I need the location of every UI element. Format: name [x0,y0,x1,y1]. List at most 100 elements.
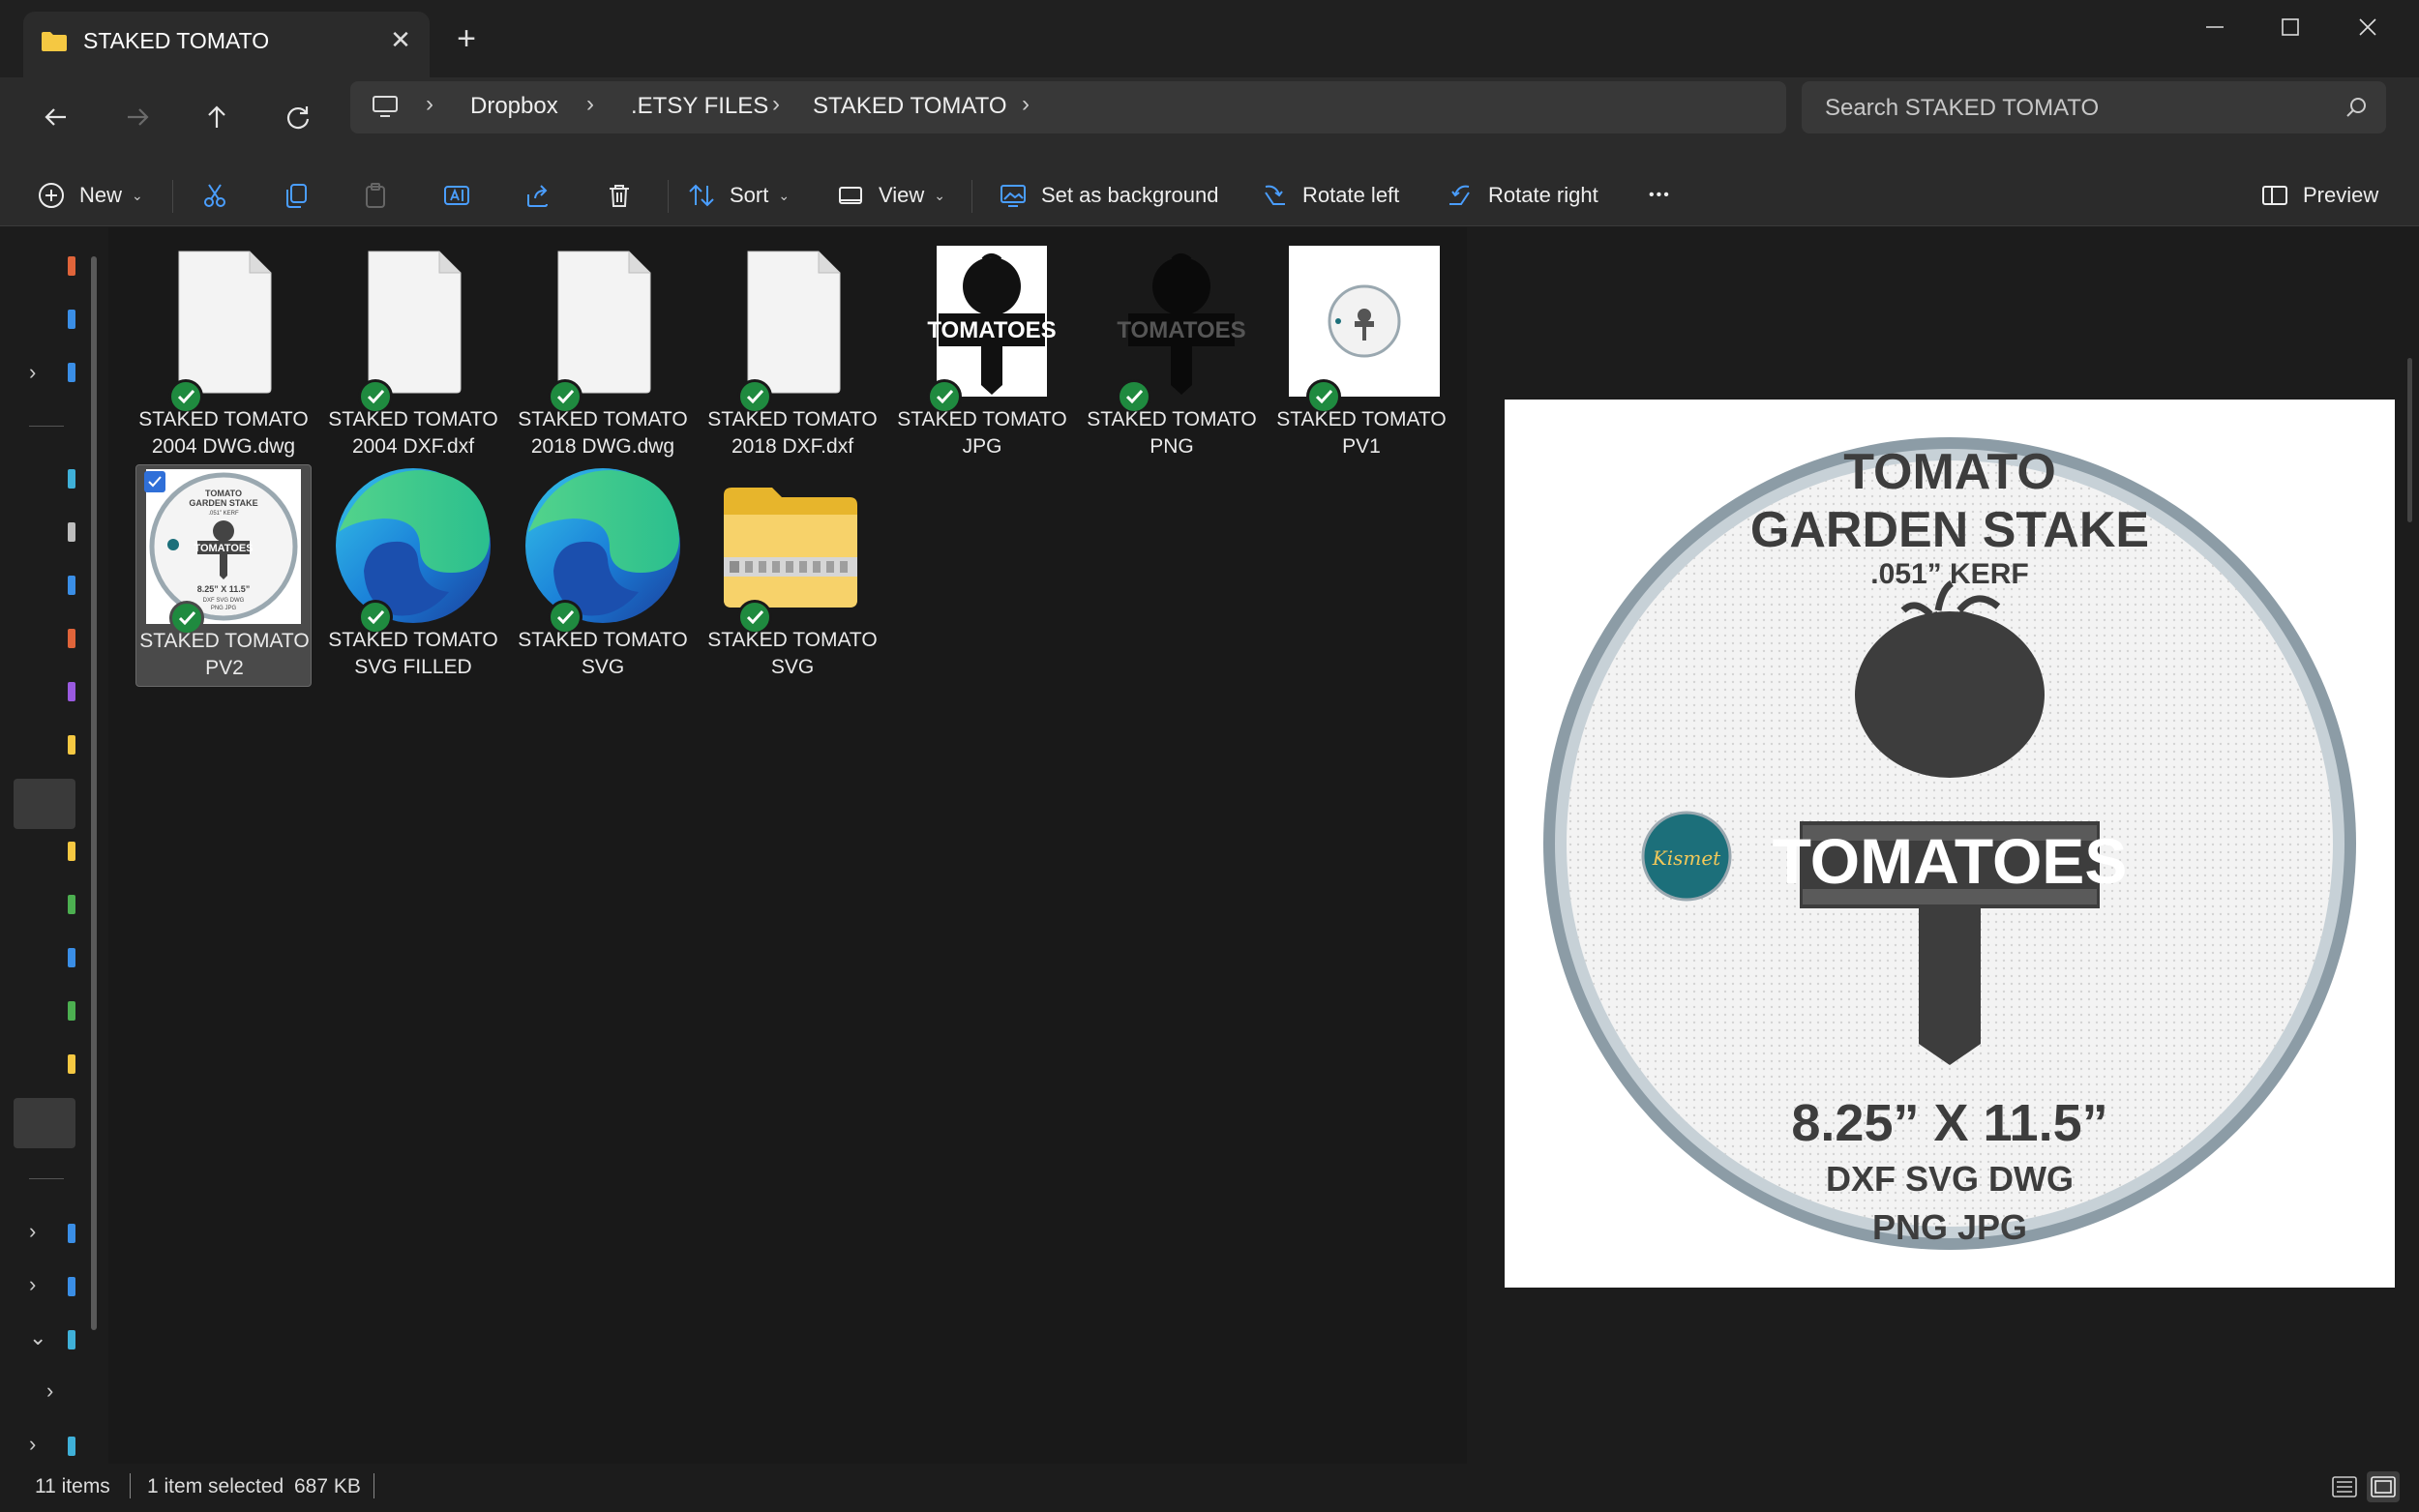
file-name: STAKED TOMATO SVG FILLED [328,629,498,678]
preview-pane-icon [2262,186,2287,205]
status-bar: 11 items 1 item selected 687 KB [0,1464,2419,1512]
divider [172,180,173,213]
videos-icon[interactable] [68,682,75,701]
tomato-stake-thumbnail: TOMATOES [927,246,1057,397]
divider [29,426,64,427]
folder-icon[interactable] [68,895,75,914]
svg-text:.051” KERF: .051” KERF [208,511,239,517]
checkmark-icon [148,476,162,488]
back-button[interactable] [35,101,77,143]
maximize-button[interactable] [2256,8,2324,50]
file-name: STAKED TOMATO JPG [897,408,1067,458]
file-item[interactable]: STAKED TOMATO PV1 [1273,244,1449,466]
set-as-background-button[interactable]: Set as background [999,176,1218,215]
svg-text:TOMATOES: TOMATOES [927,317,1056,343]
chevron-right-icon[interactable]: › [426,91,433,118]
home-icon[interactable] [68,256,75,276]
more-options-button[interactable]: ••• [1649,176,1671,215]
forward-button[interactable] [116,101,159,143]
rename-button[interactable] [437,176,476,215]
tab-title: STAKED TOMATO [83,28,270,53]
gallery-icon[interactable] [68,310,75,329]
onedrive-icon[interactable] [68,363,75,382]
divider [668,180,669,213]
document-icon [368,251,462,394]
view-button[interactable]: View ⌄ [836,176,945,215]
view-label: View [879,183,925,207]
preview-pane-button[interactable]: Preview [2260,176,2378,215]
divider [29,1178,64,1179]
up-button[interactable] [195,101,238,143]
network-icon[interactable] [68,1330,75,1349]
file-name: STAKED TOMATO SVG [707,629,878,678]
new-tab-button[interactable]: + [447,21,486,60]
chevron-right-icon[interactable]: › [1022,91,1030,118]
folder-icon[interactable] [68,735,75,755]
file-name: STAKED TOMATO 2004 DWG.dwg [138,408,309,458]
chevron-down-icon: ⌄ [778,187,791,203]
file-item[interactable]: TOMATOES STAKED TOMATO PNG [1084,244,1260,466]
cut-button[interactable] [195,176,234,215]
copy-button[interactable] [277,176,315,215]
chevron-down-icon[interactable]: ⌄ [29,1325,52,1349]
file-item[interactable]: STAKED TOMATO 2004 DXF.dxf [325,244,501,466]
tab-staked-tomato[interactable]: STAKED TOMATO ✕ [23,12,430,77]
chevron-right-icon[interactable]: › [29,360,52,384]
file-item[interactable]: STAKED TOMATO SVG [704,464,881,687]
selected-nav-item[interactable] [14,1098,75,1148]
folder-icon[interactable] [68,948,75,967]
this-pc-icon[interactable] [68,1224,75,1243]
folder-icon[interactable] [68,842,75,861]
file-item[interactable]: STAKED TOMATO SVG [515,464,691,687]
music-icon[interactable] [68,629,75,648]
file-item[interactable]: TOMATOES STAKED TOMATO JPG [894,244,1070,466]
file-item-selected[interactable]: TOMATO GARDEN STAKE .051” KERF TOMATOES … [135,464,312,687]
file-item[interactable]: STAKED TOMATO 2018 DWG.dwg [515,244,691,466]
search-input[interactable]: Search STAKED TOMATO [1802,81,2386,133]
minimize-button[interactable] [2181,8,2249,50]
chevron-right-icon[interactable]: › [29,1272,52,1296]
breadcrumb-dropbox[interactable]: Dropbox [470,93,558,120]
arrow-up-icon [208,105,225,128]
new-button[interactable]: New ⌄ [37,176,143,215]
preview-formats-1: DXF SVG DWG [1826,1159,2074,1199]
close-window-button[interactable] [2334,8,2402,50]
divider [971,180,972,213]
refresh-button[interactable] [277,101,319,143]
paste-button[interactable] [356,176,395,215]
paste-icon [366,183,385,208]
desktop-icon[interactable] [68,469,75,489]
file-item[interactable]: STAKED TOMATO 2004 DWG.dwg [135,244,312,466]
close-tab-icon[interactable]: ✕ [383,23,418,58]
selected-nav-item[interactable] [14,779,75,829]
folder-icon[interactable] [68,1001,75,1021]
rotate-right-button[interactable]: Rotate right [1446,176,1598,215]
details-view-button[interactable] [2328,1471,2361,1502]
breadcrumb-etsy-files[interactable]: .ETSY FILES [631,93,768,120]
selection-checkbox[interactable] [144,471,165,492]
chevron-right-icon[interactable]: › [46,1379,70,1403]
chevron-right-icon[interactable]: › [772,91,780,118]
chevron-right-icon[interactable]: › [29,1432,52,1456]
drive-icon[interactable] [68,1277,75,1296]
delete-button[interactable] [600,176,639,215]
share-button[interactable] [519,176,557,215]
folder-icon[interactable] [68,1054,75,1074]
file-item[interactable]: STAKED TOMATO 2018 DXF.dxf [704,244,881,466]
documents-icon[interactable] [68,522,75,542]
nav-scrollbar[interactable] [91,256,97,1330]
rotate-left-button[interactable]: Rotate left [1260,176,1399,215]
svg-text:DXF SVG DWG: DXF SVG DWG [203,598,245,604]
plus-circle-icon [39,183,64,208]
chevron-right-icon[interactable]: › [29,1219,52,1243]
address-bar[interactable]: › Dropbox › .ETSY FILES › STAKED TOMATO … [350,81,1786,133]
downloads-icon[interactable] [68,576,75,595]
large-icons-view-button[interactable] [2367,1471,2400,1502]
breadcrumb-staked-tomato[interactable]: STAKED TOMATO [813,93,1006,120]
preview-scrollbar[interactable] [2407,358,2412,522]
sort-button[interactable]: Sort ⌄ [687,176,790,215]
more-icon: ••• [1649,187,1671,203]
file-item[interactable]: STAKED TOMATO SVG FILLED [325,464,501,687]
linux-icon[interactable] [68,1437,75,1456]
chevron-right-icon[interactable]: › [586,91,594,118]
